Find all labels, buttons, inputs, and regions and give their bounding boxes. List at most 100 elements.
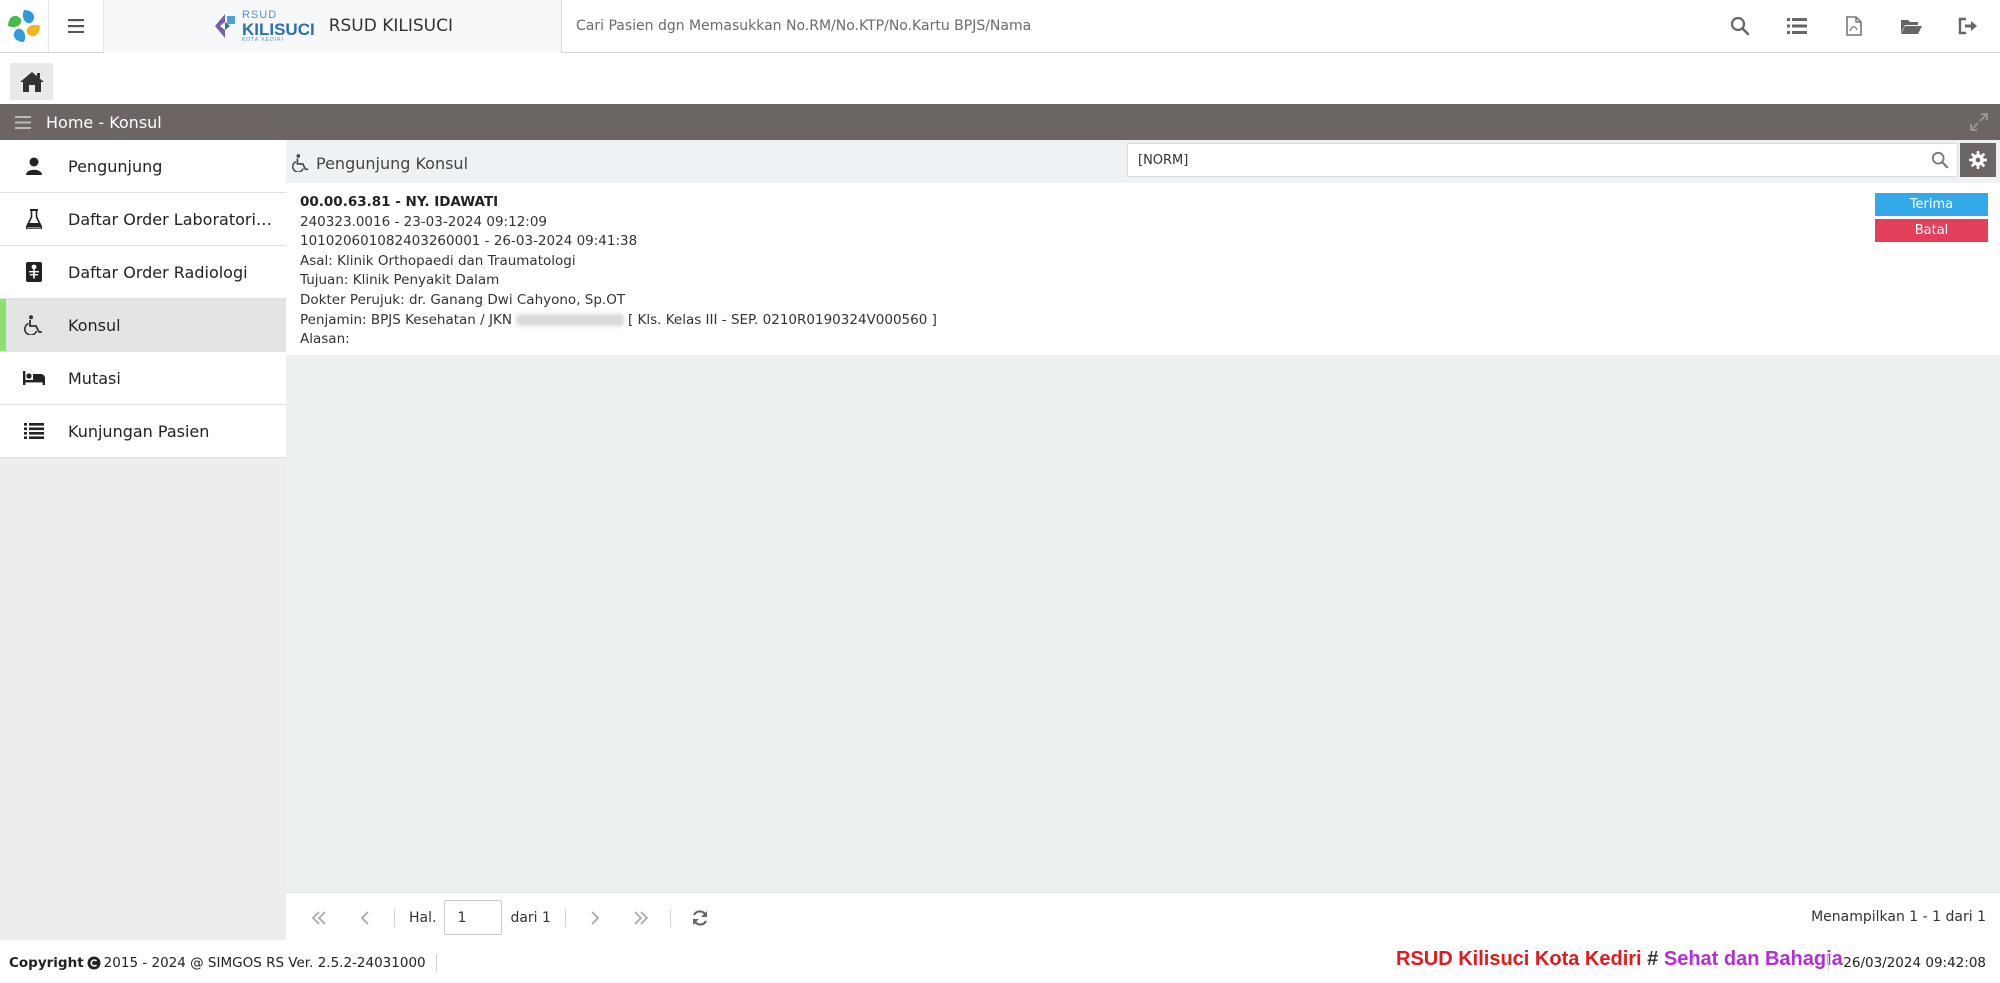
refresh-button[interactable] [677, 898, 723, 938]
list-button[interactable] [1768, 0, 1825, 53]
terima-button[interactable]: Terima [1875, 193, 1988, 216]
brand: RSUD KILISUCI KOTA KEDIRI RSUD KILISUCI [104, 0, 562, 53]
logout-button[interactable] [1939, 0, 1996, 53]
folder-open-icon [1900, 19, 1922, 34]
norm-search [1127, 143, 1958, 177]
bed-icon [23, 371, 45, 385]
wheelchair-icon [24, 315, 42, 335]
breadcrumb-menu-button[interactable] [0, 115, 46, 129]
tujuan-info: Tujuan: Klinik Penyakit Dalam [300, 272, 500, 289]
list-item: 00.00.63.81 - NY. IDAWATI 240323.0016 - … [286, 183, 2000, 355]
page-number-input[interactable] [444, 900, 503, 935]
brand-name: RSUD KILISUCI [328, 16, 454, 36]
hamburger-icon [15, 115, 31, 129]
gear-icon [1969, 151, 1987, 169]
norm-search-input[interactable] [1128, 152, 1923, 168]
fullscreen-button[interactable] [1970, 113, 1988, 135]
home-button[interactable] [10, 63, 53, 100]
batal-button[interactable]: Batal [1875, 219, 1988, 242]
sidebar: Pengunjung Daftar Order Laboratorium Daf… [0, 140, 286, 940]
breadcrumb-bar: Home - Konsul [0, 104, 2000, 140]
sidebar-item-label: Mutasi [68, 368, 121, 388]
page-total: dari 1 [510, 909, 551, 926]
brand-logo-small: RSUD [241, 8, 278, 21]
norm-search-button[interactable] [1923, 151, 1957, 169]
app-logo[interactable] [0, 0, 48, 53]
running-text: RSUD Kilisuci Kota Kediri # Sehat dan Ba… [1396, 948, 1843, 971]
copyright-label: Copyright [9, 954, 84, 971]
sidebar-item-label: Daftar Order Laboratorium [68, 209, 273, 229]
pdf-file-icon [1845, 16, 1862, 36]
refresh-icon [692, 909, 707, 926]
current-datetime: 26/03/2024 09:42:08 [1828, 955, 1986, 971]
running-text-hash: # [1647, 948, 1659, 970]
search-icon [1931, 151, 1949, 169]
sidebar-item-pengunjung[interactable]: Pengunjung [0, 140, 286, 193]
double-chevron-right-icon [634, 910, 649, 925]
pagination-info: Menampilkan 1 - 1 dari 1 [1811, 909, 1986, 925]
pagination: Hal. dari 1 Menampilkan 1 - 1 dari 1 [286, 892, 2000, 942]
chevron-left-icon [360, 910, 369, 925]
radiology-icon [26, 262, 42, 282]
sidebar-item-konsul[interactable]: Konsul [0, 299, 286, 352]
flask-icon [26, 209, 42, 229]
breadcrumb: Home - Konsul [46, 112, 162, 132]
running-text-hospital: RSUD Kilisuci Kota Kediri [1396, 948, 1642, 970]
copyright-icon [87, 956, 101, 969]
alasan-info: Alasan: [300, 331, 350, 348]
search-icon [1730, 16, 1749, 36]
double-chevron-left-icon [311, 910, 326, 925]
running-text-slogan: Sehat dan Bahagia [1663, 948, 1843, 970]
brand-logo: RSUD KILISUCI KOTA KEDIRI [212, 8, 315, 43]
settings-button[interactable] [1960, 143, 1996, 177]
penjamin-suffix: [ Kls. Kelas III - SEP. 0210R0190324V000… [627, 311, 937, 328]
hospital-logo-icon [214, 14, 235, 38]
next-page-button[interactable] [572, 898, 618, 938]
folder-button[interactable] [1882, 0, 1939, 53]
penjamin-info: Penjamin: BPJS Kesehatan / JKN [ Kls. Kel… [300, 311, 2000, 331]
sidebar-item-label: Pengunjung [68, 156, 163, 176]
sidebar-item-order-laboratorium[interactable]: Daftar Order Laboratorium [0, 193, 286, 246]
asal-info: Asal: Klinik Orthopaedi dan Traumatologi [300, 252, 576, 269]
last-page-button[interactable] [618, 898, 664, 938]
sidebar-item-label: Daftar Order Radiologi [68, 262, 248, 282]
patient-search [562, 0, 1711, 53]
list-icon [1786, 18, 1807, 34]
first-page-button[interactable] [296, 898, 342, 938]
visit-info: 240323.0016 - 23-03-2024 09:12:09 [300, 213, 548, 230]
sidebar-item-kunjungan-pasien[interactable]: Kunjungan Pasien [0, 405, 286, 458]
simgos-logo-icon [6, 8, 42, 44]
list-icon [24, 423, 44, 439]
sidebar-item-label: Kunjungan Pasien [68, 421, 210, 441]
wheelchair-icon [292, 154, 309, 172]
sidebar-item-mutasi[interactable]: Mutasi [0, 352, 286, 405]
chevron-right-icon [591, 910, 600, 925]
pdf-button[interactable] [1825, 0, 1882, 53]
menu-toggle-button[interactable] [48, 0, 104, 53]
penjamin-prefix: Penjamin: BPJS Kesehatan / JKN [300, 311, 512, 328]
panel-title: Pengunjung Konsul [316, 153, 469, 173]
patient-name: 00.00.63.81 - NY. IDAWATI [300, 194, 499, 210]
dokter-info: Dokter Perujuk: dr. Ganang Dwi Cahyono, … [300, 291, 626, 308]
search-button[interactable] [1711, 0, 1768, 53]
sign-out-icon [1958, 17, 1977, 35]
main-content: Pengunjung Konsul 00.00.63.81 - NY. IDAW… [286, 140, 2000, 892]
sidebar-item-label: Konsul [68, 315, 121, 335]
expand-icon [1970, 113, 1988, 131]
page-label: Hal. [409, 909, 437, 926]
top-header: RSUD KILISUCI KOTA KEDIRI RSUD KILISUCI [0, 0, 2000, 53]
copyright: Copyright 2015 - 2024 @ SIMGOS RS Ver. 2… [0, 955, 426, 971]
top-toolbar [1711, 0, 2000, 53]
prev-page-button[interactable] [342, 898, 388, 938]
home-icon [19, 71, 44, 92]
registration-info: 101020601082403260001 - 26-03-2024 09:41… [300, 233, 638, 250]
brand-logo-tiny: KOTA KEDIRI [241, 36, 284, 43]
user-icon [26, 157, 42, 175]
patient-search-input[interactable] [576, 18, 1711, 34]
footer: Copyright 2015 - 2024 @ SIMGOS RS Ver. 2… [0, 942, 2000, 983]
redacted-card-number [515, 313, 624, 326]
sidebar-item-order-radiologi[interactable]: Daftar Order Radiologi [0, 246, 286, 299]
copyright-text: 2015 - 2024 @ SIMGOS RS Ver. 2.5.2-24031… [103, 954, 426, 971]
brand-logo-big: KILISUCI [241, 19, 315, 39]
home-row [0, 53, 2000, 104]
